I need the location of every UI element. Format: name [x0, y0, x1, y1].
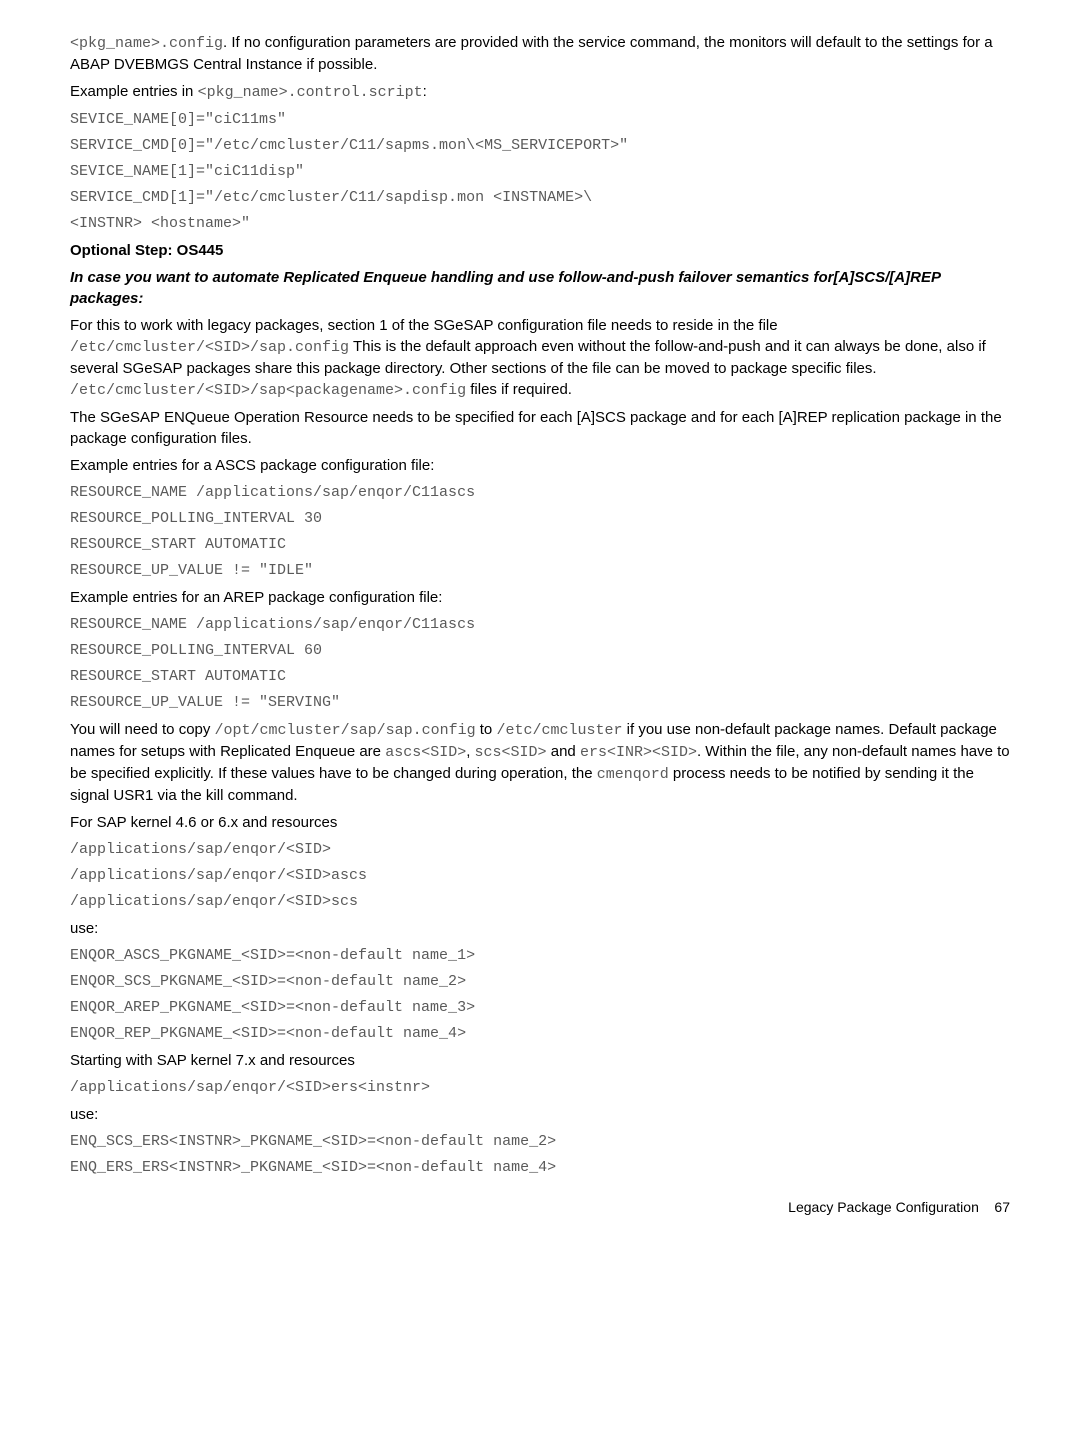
code-line: /applications/sap/enqor/<SID>ers<instnr> [70, 1077, 1010, 1098]
heading-optional-step: Optional Step: OS445 [70, 240, 1010, 261]
footer-label: Legacy Package Configuration [788, 1199, 979, 1215]
code-span: /etc/cmcluster/<SID>/sap.config [70, 339, 349, 356]
code-line: /applications/sap/enqor/<SID>ascs [70, 865, 1010, 886]
code-line: ENQOR_SCS_PKGNAME_<SID>=<non-default nam… [70, 971, 1010, 992]
code-line: ENQ_SCS_ERS<INSTNR>_PKGNAME_<SID>=<non-d… [70, 1131, 1010, 1152]
code-line: SEVICE_NAME[1]="ciC11disp" [70, 161, 1010, 182]
heading-automate-enqueue: In case you want to automate Replicated … [70, 267, 1010, 309]
code-line: ENQOR_REP_PKGNAME_<SID>=<non-default nam… [70, 1023, 1010, 1044]
code-line: RESOURCE_POLLING_INTERVAL 30 [70, 508, 1010, 529]
code-line: <INSTNR> <hostname>" [70, 213, 1010, 234]
code-span: /opt/cmcluster/sap/sap.config [215, 722, 476, 739]
code-span: /etc/cmcluster/<SID>/sap<packagename>.co… [70, 382, 466, 399]
text: You will need to copy [70, 721, 215, 738]
paragraph-use-1: use: [70, 918, 1010, 939]
code-line: ENQ_ERS_ERS<INSTNR>_PKGNAME_<SID>=<non-d… [70, 1157, 1010, 1178]
code-line: /applications/sap/enqor/<SID> [70, 839, 1010, 860]
code-span: <pkg_name>.control.script [198, 84, 423, 101]
intro-paragraph-2: Example entries in <pkg_name>.control.sc… [70, 81, 1010, 103]
code-line: RESOURCE_UP_VALUE != "IDLE" [70, 560, 1010, 581]
paragraph-enqueue-resource: The SGeSAP ENQueue Operation Resource ne… [70, 407, 1010, 449]
paragraph-legacy-packages: For this to work with legacy packages, s… [70, 315, 1010, 401]
paragraph-sap-kernel-46: For SAP kernel 4.6 or 6.x and resources [70, 812, 1010, 833]
code-line: RESOURCE_POLLING_INTERVAL 60 [70, 640, 1010, 661]
paragraph-copy-config: You will need to copy /opt/cmcluster/sap… [70, 719, 1010, 806]
code-line: SERVICE_CMD[0]="/etc/cmcluster/C11/sapms… [70, 135, 1010, 156]
code-line: RESOURCE_START AUTOMATIC [70, 666, 1010, 687]
code-line: RESOURCE_START AUTOMATIC [70, 534, 1010, 555]
text: files if required. [466, 381, 572, 398]
text: Example entries in [70, 83, 198, 100]
paragraph-sap-kernel-7x: Starting with SAP kernel 7.x and resourc… [70, 1050, 1010, 1071]
page-footer: Legacy Package Configuration 67 [70, 1198, 1010, 1218]
text: For this to work with legacy packages, s… [70, 317, 778, 334]
code-line: /applications/sap/enqor/<SID>scs [70, 891, 1010, 912]
code-line: ENQOR_ASCS_PKGNAME_<SID>=<non-default na… [70, 945, 1010, 966]
intro-paragraph-1: <pkg_name>.config. If no configuration p… [70, 32, 1010, 75]
code-span: scs<SID> [475, 744, 547, 761]
code-span: cmenqord [597, 766, 669, 783]
code-line: SEVICE_NAME[0]="ciC11ms" [70, 109, 1010, 130]
code-span: ascs<SID> [385, 744, 466, 761]
code-span: /etc/cmcluster [496, 722, 622, 739]
code-line: RESOURCE_UP_VALUE != "SERVING" [70, 692, 1010, 713]
text: to [476, 721, 497, 738]
text: , [466, 743, 474, 760]
code-line: RESOURCE_NAME /applications/sap/enqor/C1… [70, 482, 1010, 503]
code-line: RESOURCE_NAME /applications/sap/enqor/C1… [70, 614, 1010, 635]
page-number: 67 [994, 1199, 1010, 1215]
paragraph-ascs-example: Example entries for a ASCS package confi… [70, 455, 1010, 476]
code-span: <pkg_name>.config [70, 35, 223, 52]
paragraph-arep-example: Example entries for an AREP package conf… [70, 587, 1010, 608]
paragraph-use-2: use: [70, 1104, 1010, 1125]
code-line: SERVICE_CMD[1]="/etc/cmcluster/C11/sapdi… [70, 187, 1010, 208]
code-span: ers<INR><SID> [580, 744, 697, 761]
code-line: ENQOR_AREP_PKGNAME_<SID>=<non-default na… [70, 997, 1010, 1018]
text: : [423, 83, 427, 100]
text: and [547, 743, 580, 760]
